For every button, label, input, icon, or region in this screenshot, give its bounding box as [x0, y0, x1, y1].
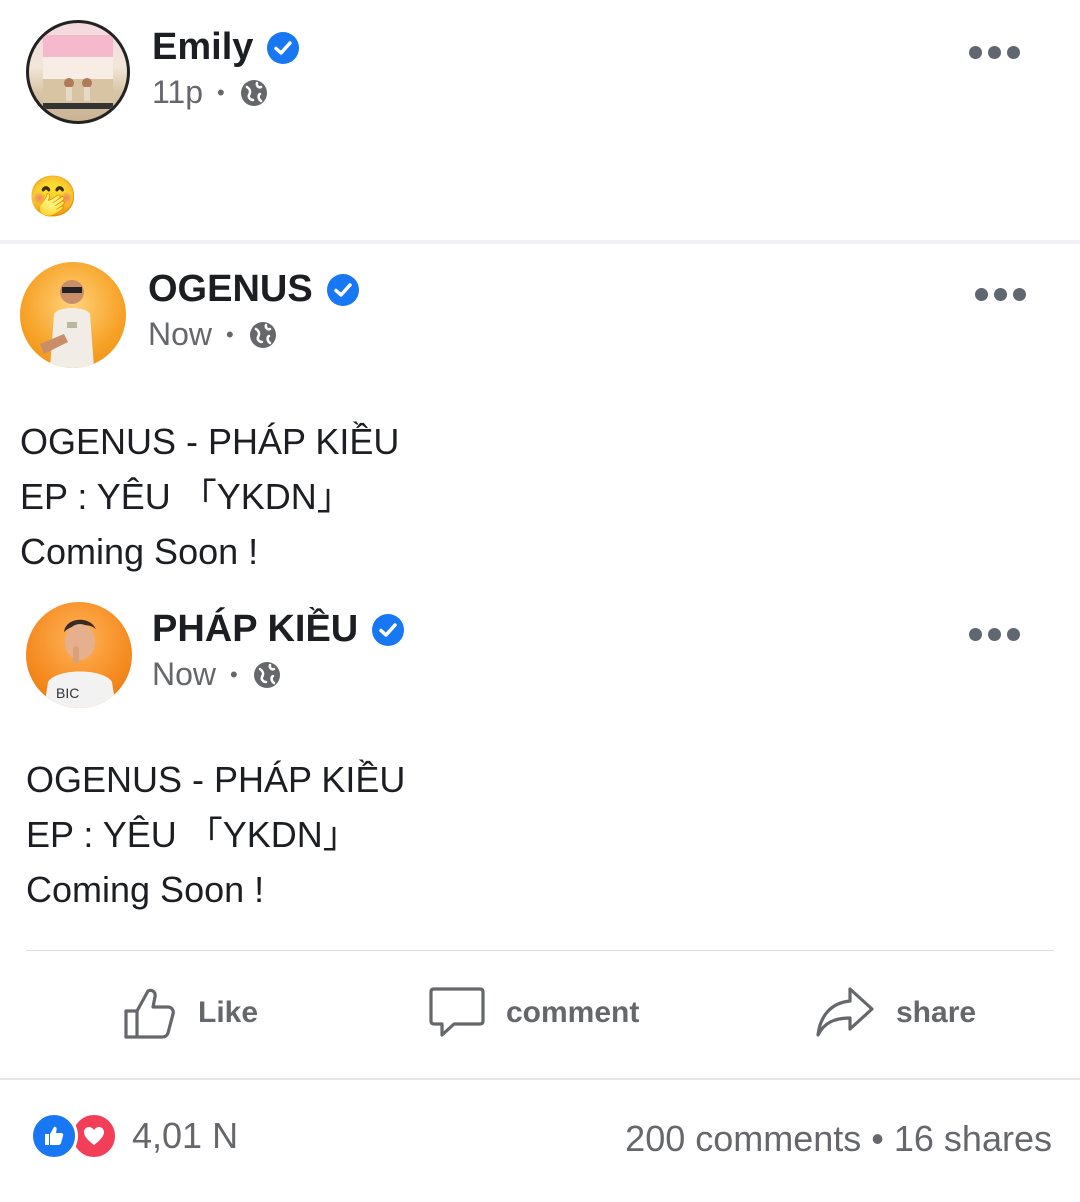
globe-icon [249, 321, 276, 348]
actions-divider [26, 950, 1054, 951]
post-time[interactable]: Now [152, 656, 216, 693]
avatar-image [40, 280, 94, 368]
avatar-emily[interactable] [26, 20, 130, 124]
share-label: share [896, 996, 977, 1029]
nested-post-meta: Now • [152, 656, 282, 693]
post-text-line: EP : YÊU 「YKDN」 [26, 814, 359, 855]
more-dot [994, 288, 1007, 301]
more-dot [988, 46, 1001, 59]
share-icon [816, 987, 874, 1037]
post-text-line: OGENUS - PHÁP KIỀU [20, 421, 400, 462]
post-options-button[interactable] [969, 46, 1020, 59]
post-text-line: EP : YÊU 「YKDN」 [20, 476, 353, 517]
globe-icon [253, 661, 280, 688]
separator-dot: • [230, 661, 238, 687]
post-content-emoji: 🤭 [28, 175, 78, 219]
author-name[interactable]: Emily [152, 26, 253, 69]
avatar-ogenus[interactable] [20, 262, 126, 368]
section-divider [0, 240, 1080, 244]
avatar-image: BIC [44, 619, 116, 708]
post-author[interactable]: Emily [152, 26, 300, 69]
more-dot [1007, 628, 1020, 641]
post-time[interactable]: Now [148, 316, 212, 353]
like-reaction-icon [30, 1112, 78, 1160]
nested-post-text: OGENUS - PHÁP KIỀU EP : YÊU 「YKDN」 Comin… [26, 752, 405, 917]
comment-icon [429, 987, 485, 1037]
avatar-image [43, 35, 113, 109]
thumbs-up-icon [124, 988, 175, 1039]
post-text-line: Coming Soon ! [20, 531, 259, 572]
svg-text:BIC: BIC [56, 685, 79, 701]
nested-post-author[interactable]: PHÁP KIỀU [152, 608, 405, 651]
heart-icon [84, 1127, 104, 1145]
more-dot [1013, 288, 1026, 301]
more-dot [1007, 46, 1020, 59]
post-time[interactable]: 11p [152, 74, 203, 111]
share-button[interactable]: share [814, 980, 976, 1046]
more-dot [975, 288, 988, 301]
author-name[interactable]: OGENUS [148, 268, 313, 311]
footer-divider [0, 1078, 1080, 1080]
more-dot [969, 628, 982, 641]
reactions-summary[interactable]: 4,01 N [30, 1112, 238, 1160]
shared-post-meta: Now • [148, 316, 278, 353]
more-dot [969, 46, 982, 59]
shared-post-text: OGENUS - PHÁP KIỀU EP : YÊU 「YKDN」 Comin… [20, 414, 399, 579]
post-text-line: OGENUS - PHÁP KIỀU [26, 759, 406, 800]
avatar-phap-kieu[interactable]: BIC [26, 602, 132, 708]
separator-dot: • [217, 79, 225, 105]
shared-post-options-button[interactable] [975, 288, 1026, 301]
more-dot [988, 628, 1001, 641]
comment-label: comment [506, 996, 640, 1029]
shared-post-author[interactable]: OGENUS [148, 268, 359, 311]
comments-shares-count[interactable]: 200 comments • 16 shares [625, 1118, 1052, 1160]
post-meta: 11p • [152, 74, 269, 111]
author-name[interactable]: PHÁP KIỀU [152, 608, 358, 651]
verified-badge-icon [326, 273, 359, 306]
thumbs-up-icon [45, 1126, 64, 1145]
like-label: Like [198, 996, 259, 1029]
comment-button[interactable]: comment [428, 980, 639, 1046]
separator-dot: • [226, 321, 234, 347]
verified-badge-icon [372, 613, 405, 646]
globe-icon [240, 79, 267, 106]
nested-post-options-button[interactable] [969, 628, 1020, 641]
reactions-count: 4,01 N [132, 1115, 239, 1156]
like-button[interactable]: Like [122, 980, 258, 1046]
post-text-line: Coming Soon ! [26, 869, 265, 910]
reaction-icons [30, 1112, 118, 1160]
verified-badge-icon [267, 31, 300, 64]
